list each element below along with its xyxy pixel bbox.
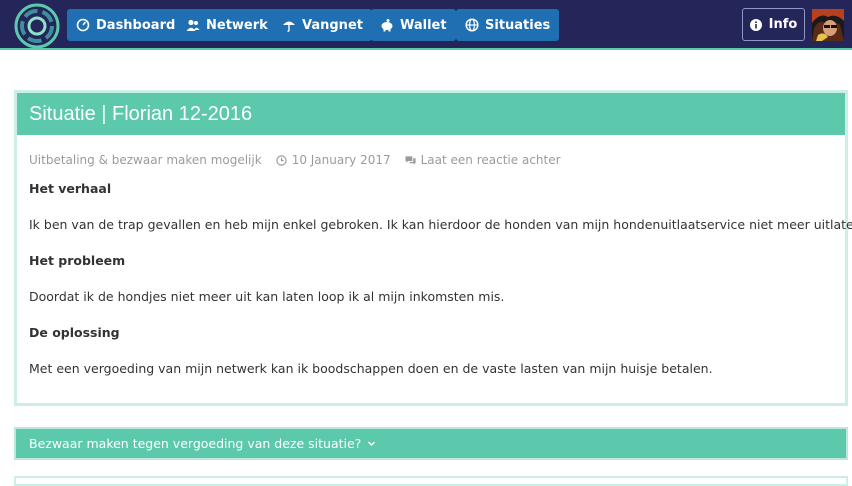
story-text: Ik ben van de trap gevallen en heb mijn … <box>29 217 852 232</box>
situation-card: Situatie | Florian 12-2016 Uitbetaling &… <box>14 90 852 406</box>
comments-icon[interactable] <box>405 155 416 166</box>
nav-netwerk-button[interactable]: Netwerk <box>177 9 277 41</box>
nav-wallet-label: Wallet <box>400 17 447 33</box>
umbrella-icon <box>282 18 296 32</box>
story-heading: Het verhaal <box>29 181 112 196</box>
problem-heading: Het probleem <box>29 253 126 268</box>
nav-netwerk-label: Netwerk <box>206 17 268 33</box>
info-label: Info <box>768 17 798 32</box>
solution-text: Met een vergoeding van mijn netwerk kan … <box>29 361 713 376</box>
nav-vangnet-label: Vangnet <box>302 17 363 33</box>
piggy-bank-icon <box>380 18 394 32</box>
nav-dashboard-label: Dashboard <box>96 17 176 33</box>
nav-situaties-button[interactable]: Situaties <box>456 9 560 41</box>
date-label: 10 January 2017 <box>291 153 391 167</box>
logo[interactable] <box>14 3 60 49</box>
leave-comment-link[interactable]: Laat een reactie achter <box>421 153 561 167</box>
nav-situaties-label: Situaties <box>485 17 551 33</box>
dashboard-icon <box>76 18 90 32</box>
globe-icon <box>465 18 479 32</box>
info-button[interactable]: Info <box>742 8 805 41</box>
objection-toggle[interactable]: Bezwaar maken tegen vergoeding van deze … <box>14 427 848 460</box>
chevron-down-icon <box>367 439 376 448</box>
nav-vangnet-button[interactable]: Vangnet <box>273 9 372 41</box>
users-icon <box>186 18 200 32</box>
nav-dashboard-button[interactable]: Dashboard <box>67 9 185 41</box>
info-icon <box>749 18 762 31</box>
nav-wallet-button[interactable]: Wallet <box>371 9 456 41</box>
solution-heading: De oplossing <box>29 325 120 340</box>
situation-card-header: Situatie | Florian 12-2016 <box>17 93 845 135</box>
next-card-edge <box>14 476 848 486</box>
problem-text: Doordat ik de hondjes niet meer uit kan … <box>29 289 505 304</box>
clock-icon <box>275 154 287 166</box>
page-title: Situatie | Florian 12-2016 <box>29 103 253 125</box>
top-navbar: Dashboard Netwerk Vangnet Wallet Situati… <box>0 0 852 50</box>
category-label: Uitbetaling & bezwaar maken mogelijk <box>29 153 262 167</box>
situation-meta: Uitbetaling & bezwaar maken mogelijk 10 … <box>29 153 561 167</box>
avatar[interactable] <box>812 9 844 41</box>
objection-label: Bezwaar maken tegen vergoeding van deze … <box>29 436 362 451</box>
